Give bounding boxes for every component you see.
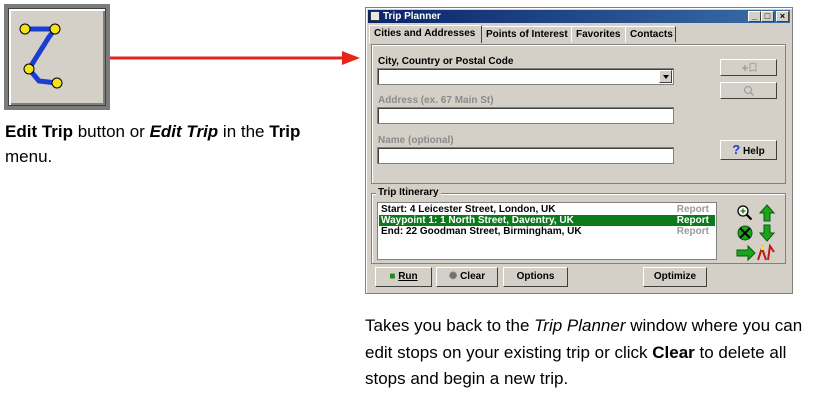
itinerary-text: End: 22 Goodman Street, Birmingham, UK bbox=[381, 226, 582, 237]
run-label: Run bbox=[398, 271, 418, 282]
report-link[interactable]: Report bbox=[677, 215, 709, 226]
report-link[interactable]: Report bbox=[677, 204, 709, 215]
list-item-selected[interactable]: Waypoint 1: 1 North Street, Daventry, UK… bbox=[379, 215, 715, 226]
address-label: Address (ex. 67 Main St) bbox=[378, 95, 494, 106]
title-bar[interactable]: Trip Planner _ □ × bbox=[368, 10, 790, 23]
caption-text: button or bbox=[73, 122, 150, 141]
question-icon: ? bbox=[732, 142, 741, 157]
clear-icon: ✺ bbox=[448, 271, 458, 282]
window-title: Trip Planner bbox=[383, 11, 441, 22]
caption-bold-clear: Clear bbox=[652, 342, 695, 362]
optimize-button[interactable]: Optimize bbox=[643, 267, 707, 287]
maximize-button[interactable]: □ bbox=[761, 11, 774, 22]
trip-itinerary-label: Trip Itinerary bbox=[376, 187, 441, 198]
tab-cities-and-addresses[interactable]: Cities and Addresses bbox=[369, 25, 482, 43]
move-down-arrow-icon[interactable] bbox=[758, 224, 776, 242]
find-button[interactable] bbox=[720, 82, 777, 99]
caption-text: Takes you back to the bbox=[365, 316, 535, 335]
edit-trip-icon-large bbox=[4, 4, 110, 110]
list-item[interactable]: End: 22 Goodman Street, Birmingham, UK R… bbox=[379, 226, 715, 237]
itinerary-list[interactable]: Start: 4 Leicester Street, London, UK Re… bbox=[377, 202, 717, 260]
zoom-in-icon[interactable] bbox=[736, 204, 754, 222]
cities-panel: City, Country or Postal Code Address (ex… bbox=[371, 44, 786, 184]
caption-italic-edit-trip: Edit Trip bbox=[149, 122, 219, 141]
itinerary-text: Start: 4 Leicester Street, London, UK bbox=[381, 204, 556, 215]
itinerary-text: Waypoint 1: 1 North Street, Daventry, UK bbox=[381, 215, 574, 226]
edit-trip-button[interactable] bbox=[8, 8, 106, 106]
name-label: Name (optional) bbox=[378, 135, 454, 146]
clear-button[interactable]: ✺ Clear bbox=[436, 267, 498, 287]
remove-stop-icon[interactable] bbox=[736, 224, 754, 242]
caption-italic-trip-planner: Trip Planner bbox=[534, 316, 626, 335]
move-up-arrow-icon[interactable] bbox=[758, 204, 776, 222]
help-label: Help bbox=[743, 146, 765, 157]
caption-text: menu. bbox=[5, 147, 53, 166]
run-button[interactable]: ■ Run bbox=[375, 267, 432, 287]
report-link[interactable]: Report bbox=[677, 226, 709, 237]
add-stop-icon bbox=[741, 62, 756, 72]
reverse-route-icon[interactable] bbox=[736, 244, 776, 262]
name-field[interactable] bbox=[377, 147, 674, 164]
caption-bold-trip: Trip bbox=[269, 122, 301, 141]
tab-favorites[interactable]: Favorites bbox=[571, 26, 626, 42]
add-stop-button[interactable] bbox=[720, 59, 777, 76]
minimize-button[interactable]: _ bbox=[748, 11, 761, 22]
options-label: Options bbox=[516, 271, 555, 282]
options-button[interactable]: Options bbox=[503, 267, 568, 287]
run-icon: ■ bbox=[389, 271, 396, 282]
find-icon bbox=[743, 85, 754, 97]
chevron-down-icon[interactable] bbox=[659, 70, 672, 83]
list-item[interactable]: Start: 4 Leicester Street, London, UK Re… bbox=[379, 204, 715, 215]
trip-planner-window: Trip Planner _ □ × Cities and Addresses … bbox=[365, 7, 793, 294]
caption-text: in the bbox=[218, 122, 270, 141]
city-combobox[interactable] bbox=[377, 68, 674, 85]
clear-label: Clear bbox=[460, 271, 486, 282]
caption-left: Edit Trip button or Edit Trip in the Tri… bbox=[5, 119, 325, 169]
city-label: City, Country or Postal Code bbox=[378, 56, 514, 67]
close-button[interactable]: × bbox=[776, 11, 789, 22]
tab-points-of-interest[interactable]: Points of Interest bbox=[481, 26, 572, 42]
app-icon bbox=[370, 11, 380, 21]
tab-contacts[interactable]: Contacts bbox=[625, 26, 676, 42]
pointer-arrow bbox=[110, 51, 360, 65]
help-button[interactable]: ? Help bbox=[720, 140, 777, 160]
edit-trip-icon bbox=[19, 23, 63, 89]
address-field[interactable] bbox=[377, 107, 674, 124]
caption-right: Takes you back to the Trip Planner windo… bbox=[365, 313, 815, 393]
trip-itinerary-group: Trip Itinerary Start: 4 Leicester Street… bbox=[371, 187, 786, 264]
optimize-label: Optimize bbox=[653, 271, 697, 282]
caption-bold-edit-trip: Edit Trip bbox=[5, 122, 73, 141]
